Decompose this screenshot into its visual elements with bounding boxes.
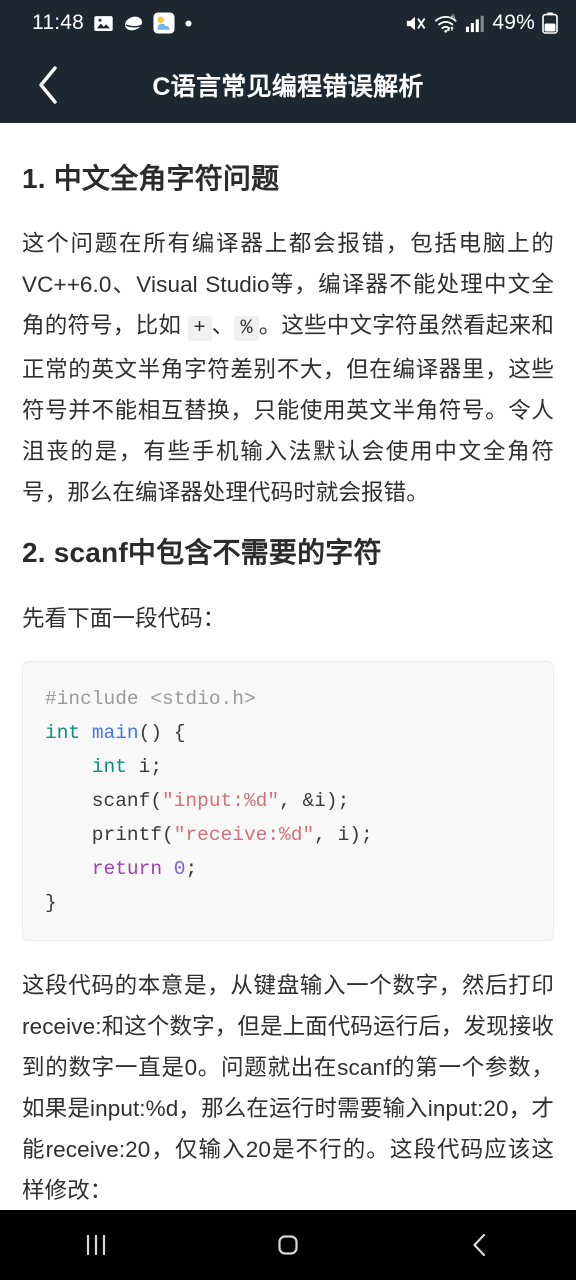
nav-home-button[interactable] — [228, 1210, 348, 1280]
code-block-1[interactable]: #include <stdio.h> int main() { int i; s… — [22, 660, 554, 941]
section-2-explanation: 这段代码的本意是，从键盘输入一个数字，然后打印receive:和这个数字，但是上… — [22, 972, 554, 1203]
inline-code-plus: + — [187, 316, 212, 342]
code-token: 0 — [173, 857, 186, 880]
battery-icon — [542, 12, 558, 34]
code-token: int — [91, 755, 127, 778]
android-nav-bar — [0, 1210, 576, 1280]
code-token: , &i); — [279, 789, 350, 812]
wifi-icon: 6 — [434, 12, 458, 34]
article-content[interactable]: 1. 中文全角字符问题 这个问题在所有编译器上都会报错，包括电脑上的VC++6.… — [0, 123, 576, 1210]
section-1-paragraph: 这个问题在所有编译器上都会报错，包括电脑上的VC++6.0、Visual Stu… — [22, 223, 554, 513]
weather-icon — [153, 12, 175, 34]
status-bar: 11:48 6 49% — [0, 0, 576, 46]
phone-screen: 11:48 6 49% C语言常见编程错误解析 1. 中文全角字符问题 这个问题… — [0, 0, 576, 1280]
recents-icon — [86, 1234, 106, 1256]
paragraph-text-part-3: 。这些中文字符虽然看起来和正常的英文半角字符差别不大，但在编译器里，这些符号并不… — [22, 313, 554, 506]
image-icon — [93, 13, 114, 34]
status-bar-clock: 11:48 — [32, 11, 84, 34]
svg-text:6: 6 — [451, 12, 455, 21]
code-token: ; — [185, 857, 198, 880]
code-token: return — [91, 857, 163, 880]
nav-back-button[interactable] — [420, 1210, 540, 1280]
page-title: C语言常见编程错误解析 — [152, 72, 424, 101]
section-2-intro: 先看下面一段代码： — [22, 605, 226, 631]
code-token: } — [45, 891, 57, 914]
inline-code-percent: % — [234, 316, 259, 342]
chevron-left-icon — [39, 65, 57, 104]
status-bar-right: 6 49% — [404, 11, 558, 35]
section-heading-1: 1. 中文全角字符问题 — [22, 163, 280, 194]
code-token: scanf( — [45, 789, 163, 812]
code-token: <stdio.h> — [150, 687, 256, 710]
code-token: () { — [138, 721, 186, 744]
header-back-button[interactable] — [18, 55, 78, 115]
paragraph-text-part-2: 、 — [211, 313, 235, 339]
code-token: "receive:%d" — [173, 823, 315, 846]
signal-icon — [465, 13, 485, 33]
back-icon — [473, 1233, 486, 1257]
battery-percent-label: 49% — [492, 11, 535, 34]
code-token: i; — [126, 755, 163, 778]
code-token: "input:%d" — [162, 789, 280, 812]
status-bar-left: 11:48 — [32, 11, 193, 35]
section-heading-2: 2. scanf中包含不需要的字符 — [22, 537, 382, 569]
code-token: , i); — [314, 823, 373, 846]
home-icon — [278, 1235, 298, 1255]
code-token: #include — [45, 687, 151, 710]
nav-recents-button[interactable] — [36, 1210, 156, 1280]
code-token: printf( — [45, 823, 174, 846]
dot-icon — [184, 19, 193, 28]
cloud-icon — [123, 13, 144, 34]
code-token: main — [91, 721, 139, 744]
mute-icon — [404, 12, 427, 35]
app-header-bar: C语言常见编程错误解析 — [0, 46, 576, 123]
code-token: int — [45, 721, 81, 744]
